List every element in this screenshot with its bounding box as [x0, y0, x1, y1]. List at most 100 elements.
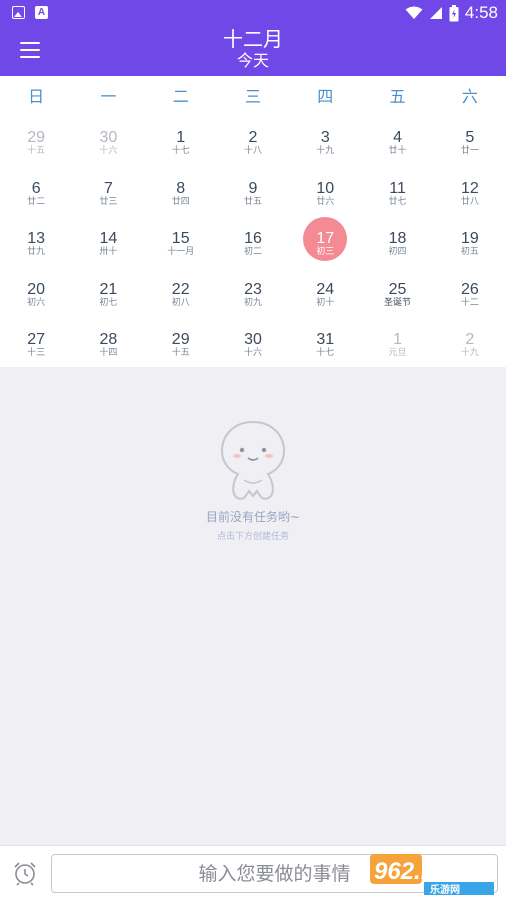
lunar-date: 廿六 [316, 196, 335, 207]
lunar-date: 初七 [99, 297, 118, 308]
date-cell[interactable]: 2 十九 [434, 316, 506, 367]
date-cell[interactable]: 6 廿二 [0, 165, 72, 216]
watermark-text: 962.NET [374, 858, 471, 885]
date-number: 4 [393, 129, 403, 146]
empty-subtitle: 点击下方创建任务 [216, 532, 289, 542]
date-cell[interactable]: 8 廿四 [145, 165, 217, 216]
date-cell[interactable]: 29 十五 [0, 114, 72, 165]
date-cell[interactable]: 7 廿三 [72, 165, 144, 216]
date-number: 10 [316, 179, 335, 197]
date-cell[interactable]: 2 十八 [217, 114, 289, 165]
weekday-label: 六 [461, 87, 478, 106]
date-number: 27 [27, 331, 46, 349]
lunar-date: 廿一 [460, 146, 479, 156]
lunar-date: 十五 [27, 146, 46, 156]
date-cell[interactable]: 9 廿五 [217, 165, 289, 216]
lunar-date: 十九 [460, 348, 479, 359]
date-cell[interactable]: 30 十六 [217, 316, 289, 367]
lunar-date: 十一月 [167, 247, 195, 258]
lunar-date: 十七 [171, 146, 190, 156]
signal-icon [429, 7, 442, 19]
weekday-label: 二 [172, 87, 189, 106]
lunar-date: 廿九 [27, 247, 46, 258]
status-bar: A 4:58 [0, 0, 506, 26]
battery-icon [449, 4, 459, 21]
date-cell-today[interactable]: 17 初三 [289, 215, 361, 266]
menu-icon[interactable] [20, 42, 42, 60]
date-cell[interactable]: 24 初十 [289, 266, 361, 317]
date-cell[interactable]: 30 十六 [72, 114, 144, 165]
weekday-label: 四 [317, 87, 334, 106]
weekday-header: 日 一 二 三 四 五 六 [0, 76, 506, 114]
lunar-date: 十八 [243, 146, 262, 156]
a-icon: A [35, 6, 48, 19]
date-cell[interactable]: 1 十七 [145, 114, 217, 165]
date-number: 18 [388, 230, 407, 248]
watermark-sub: 乐游网 [430, 883, 460, 896]
date-cell[interactable]: 5 廿一 [434, 114, 506, 165]
weekday-label: 三 [244, 87, 261, 106]
lunar-date: 廿五 [243, 196, 262, 207]
date-cell[interactable]: 15 十一月 [145, 215, 217, 266]
date-cell[interactable]: 10 廿六 [289, 165, 361, 216]
lunar-date: 初四 [388, 247, 407, 258]
image-icon [12, 6, 25, 19]
date-number: 25 [388, 280, 407, 298]
date-cell[interactable]: 20 初六 [0, 266, 72, 317]
date-number: 7 [103, 179, 113, 197]
date-number: 5 [465, 129, 475, 146]
date-number: 29 [27, 129, 46, 146]
date-number: 20 [27, 280, 46, 298]
lunar-date: 初五 [460, 247, 479, 258]
date-cell[interactable]: 16 初二 [217, 215, 289, 266]
date-cell[interactable]: 19 初五 [434, 215, 506, 266]
date-cell[interactable]: 31 十七 [289, 316, 361, 367]
date-cell[interactable]: 27 十三 [0, 316, 72, 367]
lunar-date: 元旦 [388, 348, 407, 359]
lunar-date: 初八 [171, 297, 190, 308]
date-number: 19 [460, 230, 479, 248]
date-cell[interactable]: 26 十二 [434, 266, 506, 317]
date-cell[interactable]: 29 十五 [145, 316, 217, 367]
date-cell[interactable]: 22 初八 [145, 266, 217, 317]
date-cell[interactable]: 3 十九 [289, 114, 361, 165]
lunar-date: 廿七 [388, 196, 407, 207]
date-number: 12 [460, 179, 479, 197]
date-cell[interactable]: 25 圣诞节 [361, 266, 433, 317]
wifi-icon [405, 6, 423, 19]
date-cell[interactable]: 28 十四 [72, 316, 144, 367]
date-cell[interactable]: 4 廿十 [361, 114, 433, 165]
empty-title: 目前没有任务哟~ [205, 510, 301, 524]
date-cell[interactable]: 23 初九 [217, 266, 289, 317]
date-number: 2 [248, 129, 258, 146]
weekday-label: 五 [389, 87, 406, 106]
lunar-date: 十六 [243, 348, 262, 359]
date-number: 26 [460, 280, 479, 298]
date-number: 16 [244, 230, 262, 248]
date-number: 24 [316, 280, 335, 298]
date-cell[interactable]: 12 廿八 [434, 165, 506, 216]
date-cell[interactable]: 18 初四 [361, 215, 433, 266]
lunar-date: 十五 [171, 348, 190, 359]
date-number: 29 [171, 331, 190, 349]
lunar-date: 初九 [243, 297, 262, 308]
lunar-date: 初六 [27, 297, 46, 308]
lunar-date: 十二 [460, 297, 479, 308]
app-bar: 十二月 今天 [0, 26, 506, 76]
date-number: 2 [465, 331, 475, 349]
date-number: 28 [99, 331, 118, 349]
lunar-date: 廿二 [27, 196, 46, 207]
alarm-clock-icon[interactable] [12, 860, 38, 886]
date-cell[interactable]: 21 初七 [72, 266, 144, 317]
date-cell[interactable]: 1 元旦 [361, 316, 433, 367]
empty-mascot-icon [220, 420, 286, 500]
date-cell[interactable]: 13 廿九 [0, 215, 72, 266]
lunar-date: 十六 [99, 146, 118, 156]
lunar-date: 圣诞节 [384, 297, 412, 308]
date-number: 11 [389, 179, 406, 197]
date-cell[interactable]: 14 卅十 [72, 215, 144, 266]
today-button[interactable]: 今天 [0, 51, 506, 71]
date-number: 6 [31, 179, 41, 197]
lunar-date: 廿三 [99, 196, 118, 207]
date-cell[interactable]: 11 廿七 [361, 165, 433, 216]
